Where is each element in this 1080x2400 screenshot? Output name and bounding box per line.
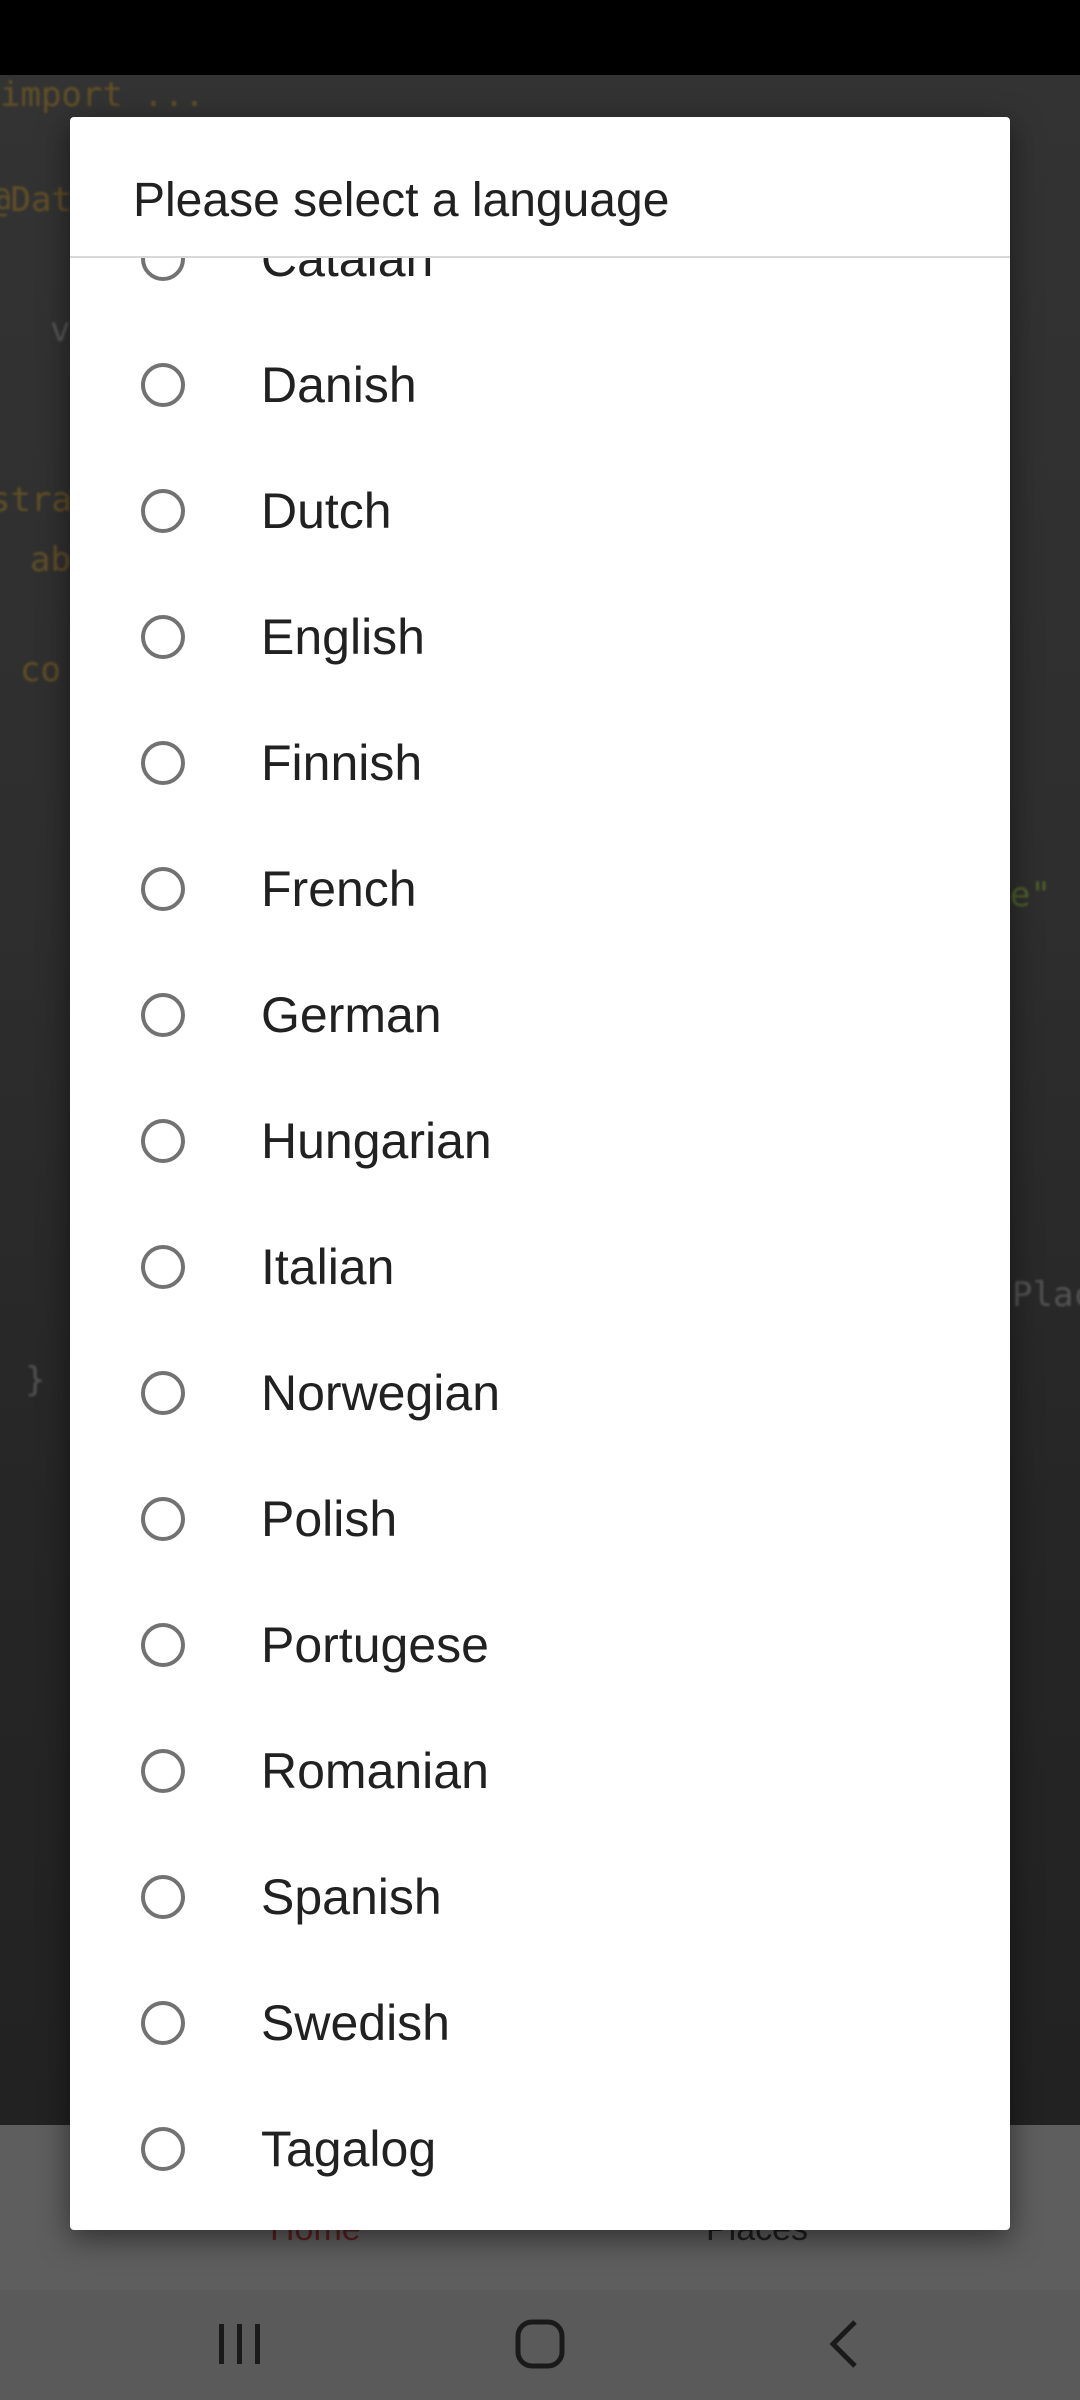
- language-option[interactable]: Italian: [70, 1204, 1010, 1330]
- back-icon[interactable]: [805, 2314, 885, 2374]
- background-code: import ...: [0, 75, 205, 115]
- language-label: Norwegian: [261, 1365, 501, 1421]
- radio-button[interactable]: [141, 1119, 185, 1163]
- background-code: ab: [30, 540, 71, 580]
- background-code: e": [1010, 875, 1051, 915]
- language-label: Spanish: [261, 1869, 442, 1925]
- language-option[interactable]: Catalan: [70, 258, 1010, 322]
- radio-button[interactable]: [141, 1497, 185, 1541]
- radio-button[interactable]: [141, 1623, 185, 1667]
- radio-button[interactable]: [141, 2001, 185, 2045]
- recent-apps-icon[interactable]: [200, 2314, 280, 2374]
- language-option[interactable]: Dutch: [70, 448, 1010, 574]
- home-icon[interactable]: [500, 2314, 580, 2374]
- background-code: co: [20, 650, 61, 690]
- radio-button[interactable]: [141, 1749, 185, 1793]
- language-label: German: [261, 987, 442, 1043]
- language-option[interactable]: English: [70, 574, 1010, 700]
- background-code: Plac: [1012, 1275, 1080, 1315]
- background-code: v: [50, 310, 71, 350]
- language-option[interactable]: Finnish: [70, 700, 1010, 826]
- language-label: Polish: [261, 1491, 398, 1547]
- radio-button[interactable]: [141, 258, 185, 281]
- language-option[interactable]: Hungarian: [70, 1078, 1010, 1204]
- radio-button[interactable]: [141, 615, 185, 659]
- language-label: Italian: [261, 1239, 395, 1295]
- language-label: Portugese: [261, 1617, 489, 1673]
- language-option[interactable]: German: [70, 952, 1010, 1078]
- language-option[interactable]: Swedish: [70, 1960, 1010, 2086]
- language-option[interactable]: Norwegian: [70, 1330, 1010, 1456]
- language-option[interactable]: Portugese: [70, 1582, 1010, 1708]
- language-option[interactable]: Polish: [70, 1456, 1010, 1582]
- radio-button[interactable]: [141, 1875, 185, 1919]
- radio-button[interactable]: [141, 741, 185, 785]
- language-label: Catalan: [261, 258, 434, 287]
- language-label: Romanian: [261, 1743, 489, 1799]
- language-label: Tagalog: [261, 2121, 437, 2177]
- language-label: Hungarian: [261, 1113, 492, 1169]
- system-navigation-bar: [0, 2290, 1080, 2400]
- radio-button[interactable]: [141, 1245, 185, 1289]
- language-option[interactable]: Danish: [70, 322, 1010, 448]
- dialog-title: Please select a language: [133, 174, 670, 227]
- language-list[interactable]: Catalan Danish Dutch English Finnish French Ge…: [70, 258, 1010, 2230]
- language-label: French: [261, 861, 417, 917]
- radio-button[interactable]: [141, 363, 185, 407]
- language-label: Finnish: [261, 735, 423, 791]
- radio-button[interactable]: [141, 2127, 185, 2171]
- radio-button[interactable]: [141, 1371, 185, 1415]
- language-label: Swedish: [261, 1995, 450, 2051]
- background-code: @Dat: [0, 180, 72, 220]
- language-label: Dutch: [261, 483, 392, 539]
- language-label: Danish: [261, 357, 417, 413]
- language-label: English: [261, 609, 425, 665]
- language-selection-dialog: Please select a language Catalan Danish Du…: [70, 117, 1010, 2230]
- radio-button[interactable]: [141, 993, 185, 1037]
- radio-button[interactable]: [141, 489, 185, 533]
- language-option[interactable]: Tagalog: [70, 2086, 1010, 2212]
- language-option[interactable]: Romanian: [70, 1708, 1010, 1834]
- language-option[interactable]: Spanish: [70, 1834, 1010, 1960]
- background-code: }: [25, 1360, 46, 1400]
- background-code: stra: [0, 480, 72, 520]
- status-bar: [0, 0, 1080, 75]
- radio-button[interactable]: [141, 867, 185, 911]
- language-option[interactable]: French: [70, 826, 1010, 952]
